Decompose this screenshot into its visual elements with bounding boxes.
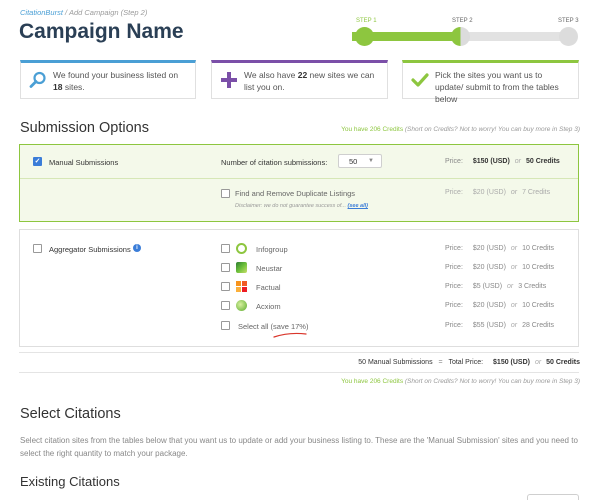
info-card-new-sites: We also have 22 new sites we can list yo… — [211, 60, 388, 99]
citation-quantity-label: Number of citation submissions: — [221, 158, 328, 167]
neustar-logo-icon — [236, 262, 247, 273]
existing-citations-title: Existing Citations — [20, 474, 120, 489]
citation-quantity-select[interactable]: 50 ▼ — [338, 154, 382, 168]
step-1-label: STEP 1 — [356, 18, 377, 24]
page-title: Campaign Name — [19, 20, 184, 43]
step-3-label: STEP 3 — [558, 18, 579, 24]
aggregator-submissions-checkbox[interactable] — [33, 244, 42, 253]
aggregator-name-neustar: Neustar — [256, 264, 283, 273]
infogroup-logo-icon — [236, 243, 247, 254]
chevron-down-icon: ▼ — [368, 158, 374, 164]
breadcrumb-separator: / — [65, 8, 68, 17]
info-card-text: We also have 22 new sites we can list yo… — [244, 70, 375, 92]
submission-options-title: Submission Options — [20, 120, 149, 136]
search-icon — [29, 71, 46, 88]
credits-note: (Short on Credits? Not to worry! You can… — [404, 126, 580, 133]
acxiom-logo-icon — [236, 300, 247, 311]
duplicate-disclaimer: Disclaimer: we do not guarantee success … — [235, 203, 368, 209]
aggregator-checkbox-neustar[interactable] — [221, 263, 230, 272]
credits-balance-footer: You have 206 Credits (Short on Credits? … — [341, 378, 580, 385]
aggregator-price-neustar: Price: $20 (USD) or 10 Credits — [445, 264, 554, 271]
info-card-text: We found your business listed on 18 site… — [53, 70, 179, 92]
aggregator-checkbox-factual[interactable] — [221, 282, 230, 291]
step-2-label: STEP 2 — [452, 18, 473, 24]
stepper-track-remaining — [464, 32, 570, 41]
divider — [19, 352, 579, 353]
row-divider — [20, 178, 578, 179]
save-percentage: (save 17%) — [270, 322, 309, 331]
info-card-text: Pick the sites you want us to update/ su… — [435, 70, 559, 104]
duplicate-listings-label: Find and Remove Duplicate Listings — [235, 189, 356, 198]
duplicate-listings-checkbox[interactable] — [221, 189, 230, 198]
select-citations-title: Select Citations — [20, 406, 121, 422]
manual-submissions-label: Manual Submissions — [49, 158, 119, 167]
step-1-indicator — [355, 27, 374, 46]
credits-balance: You have 206 Credits (Short on Credits? … — [341, 126, 580, 133]
aggregator-price-acxiom: Price: $20 (USD) or 10 Credits — [445, 302, 554, 309]
save-underline-swoosh — [273, 332, 307, 338]
info-icon[interactable]: i — [133, 244, 141, 252]
factual-logo-icon — [236, 281, 247, 292]
duplicate-listings-price: Price: $20 (USD) or 7 Credits — [445, 189, 551, 196]
info-card-found-listings: We found your business listed on 18 site… — [20, 60, 196, 99]
info-card-pick-sites: Pick the sites you want us to update/ su… — [402, 60, 579, 104]
select-all-price: Price: $55 (USD) or 28 Credits — [445, 322, 554, 329]
total-price-row: 50 Manual Submissions = Total Price: $15… — [358, 359, 580, 366]
existing-citations-action-button[interactable] — [527, 494, 579, 500]
breadcrumb-current: Add Campaign (Step 2) — [68, 8, 148, 17]
manual-submissions-price: Price: $150 (USD) or 50 Credits — [445, 158, 560, 165]
select-all-label: Select all (save 17%) — [238, 322, 309, 331]
divider — [19, 372, 579, 373]
aggregator-name-infogroup: Infogroup — [256, 245, 288, 254]
aggregator-name-acxiom: Acxiom — [256, 302, 281, 311]
step-3-indicator — [559, 27, 578, 46]
checkmark-icon — [411, 73, 429, 87]
progress-stepper: STEP 1 STEP 2 STEP 3 — [346, 10, 582, 50]
select-citations-description: Select citation sites from the tables be… — [20, 436, 578, 458]
manual-submissions-panel: ✓ Manual Submissions Number of citation … — [19, 144, 579, 222]
aggregator-price-factual: Price: $5 (USD) or 3 Credits — [445, 283, 547, 290]
breadcrumb-link-citationburst[interactable]: CitationBurst — [20, 8, 63, 17]
step-2-indicator — [451, 27, 470, 46]
aggregator-submissions-label: Aggregator Submissions — [49, 245, 131, 254]
manual-submissions-checkbox[interactable]: ✓ — [33, 157, 42, 166]
see-all-link[interactable]: (see all) — [348, 203, 368, 209]
aggregator-price-infogroup: Price: $20 (USD) or 10 Credits — [445, 245, 554, 252]
plus-icon — [221, 72, 237, 88]
aggregator-checkbox-infogroup[interactable] — [221, 244, 230, 253]
aggregator-submissions-panel: Aggregator Submissions i Infogroup Price… — [19, 229, 579, 347]
aggregator-checkbox-acxiom[interactable] — [221, 301, 230, 310]
select-all-aggregators-checkbox[interactable] — [221, 321, 230, 330]
aggregator-name-factual: Factual — [256, 283, 281, 292]
breadcrumb: CitationBurst / Add Campaign (Step 2) — [20, 8, 147, 17]
